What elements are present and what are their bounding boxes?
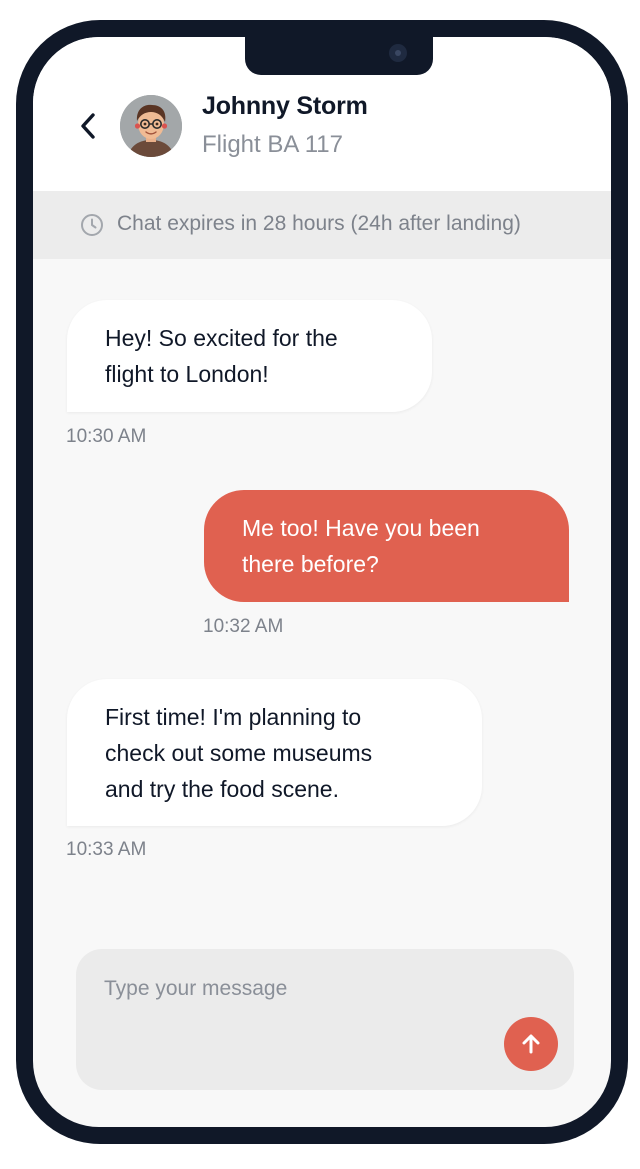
chat-screen: Johnny Storm Flight BA 117 Chat expires …	[33, 37, 611, 1127]
clock-icon	[81, 214, 103, 236]
message-line: check out some museums	[105, 740, 373, 766]
message-bubble-incoming[interactable]: First time! I'm planning to check out so…	[67, 679, 482, 826]
message-line: Me too! Have you been	[242, 515, 480, 541]
chevron-left-icon	[81, 113, 95, 139]
phone-frame: Johnny Storm Flight BA 117 Chat expires …	[16, 20, 628, 1144]
message-line: there before?	[242, 551, 379, 577]
message-timestamp: 10:32 AM	[203, 616, 284, 637]
camera-icon	[389, 44, 407, 62]
expiry-text: Chat expires in 28 hours (24h after land…	[117, 212, 521, 235]
phone-notch	[245, 37, 433, 75]
message-timestamp: 10:30 AM	[66, 426, 147, 447]
message-line: and try the food scene.	[105, 776, 339, 802]
message-bubble-incoming[interactable]: Hey! So excited for the flight to London…	[67, 300, 432, 412]
arrow-up-icon	[522, 1034, 540, 1054]
avatar-icon	[120, 95, 182, 157]
message-composer	[76, 949, 574, 1090]
flight-number: Flight BA 117	[202, 131, 343, 158]
send-button[interactable]	[504, 1017, 558, 1071]
expiry-banner: Chat expires in 28 hours (24h after land…	[33, 191, 611, 259]
message-line: Hey! So excited for the	[105, 325, 338, 351]
message-timestamp: 10:33 AM	[66, 839, 147, 860]
message-line: First time! I'm planning to	[105, 704, 362, 730]
message-input[interactable]	[104, 977, 504, 1001]
message-line: flight to London!	[105, 361, 269, 387]
contact-name: Johnny Storm	[202, 92, 368, 120]
message-bubble-outgoing[interactable]: Me too! Have you been there before?	[204, 490, 569, 602]
back-button[interactable]	[73, 109, 103, 143]
avatar[interactable]	[120, 95, 182, 157]
